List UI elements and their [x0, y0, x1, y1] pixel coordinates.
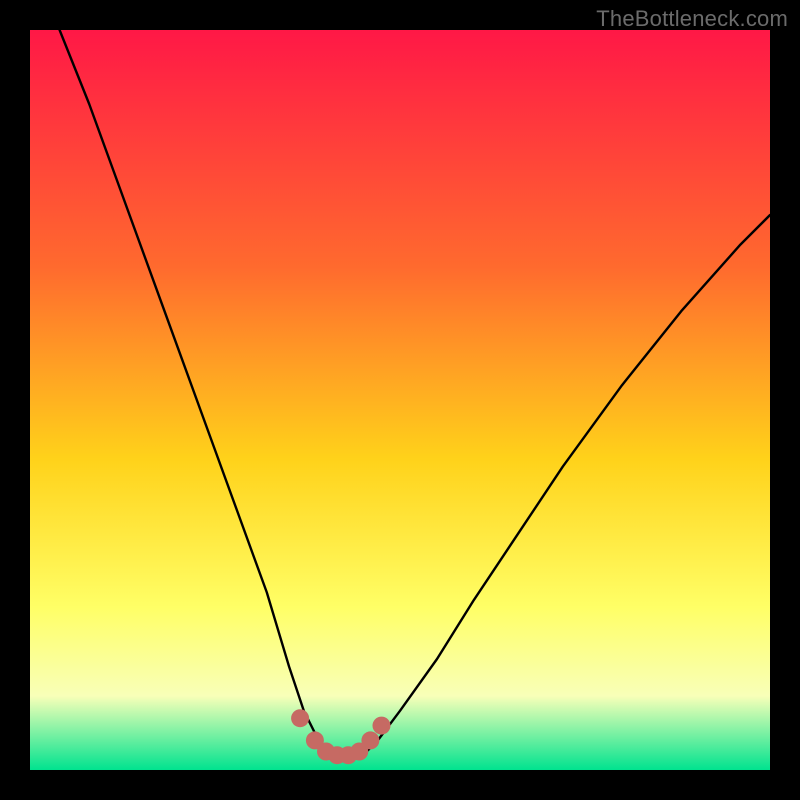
chart-svg: [30, 30, 770, 770]
trough-marker: [373, 717, 391, 735]
plot-area: [30, 30, 770, 770]
gradient-background: [30, 30, 770, 770]
trough-marker: [361, 731, 379, 749]
chart-frame: TheBottleneck.com: [0, 0, 800, 800]
watermark-text: TheBottleneck.com: [596, 6, 788, 32]
trough-marker: [291, 709, 309, 727]
